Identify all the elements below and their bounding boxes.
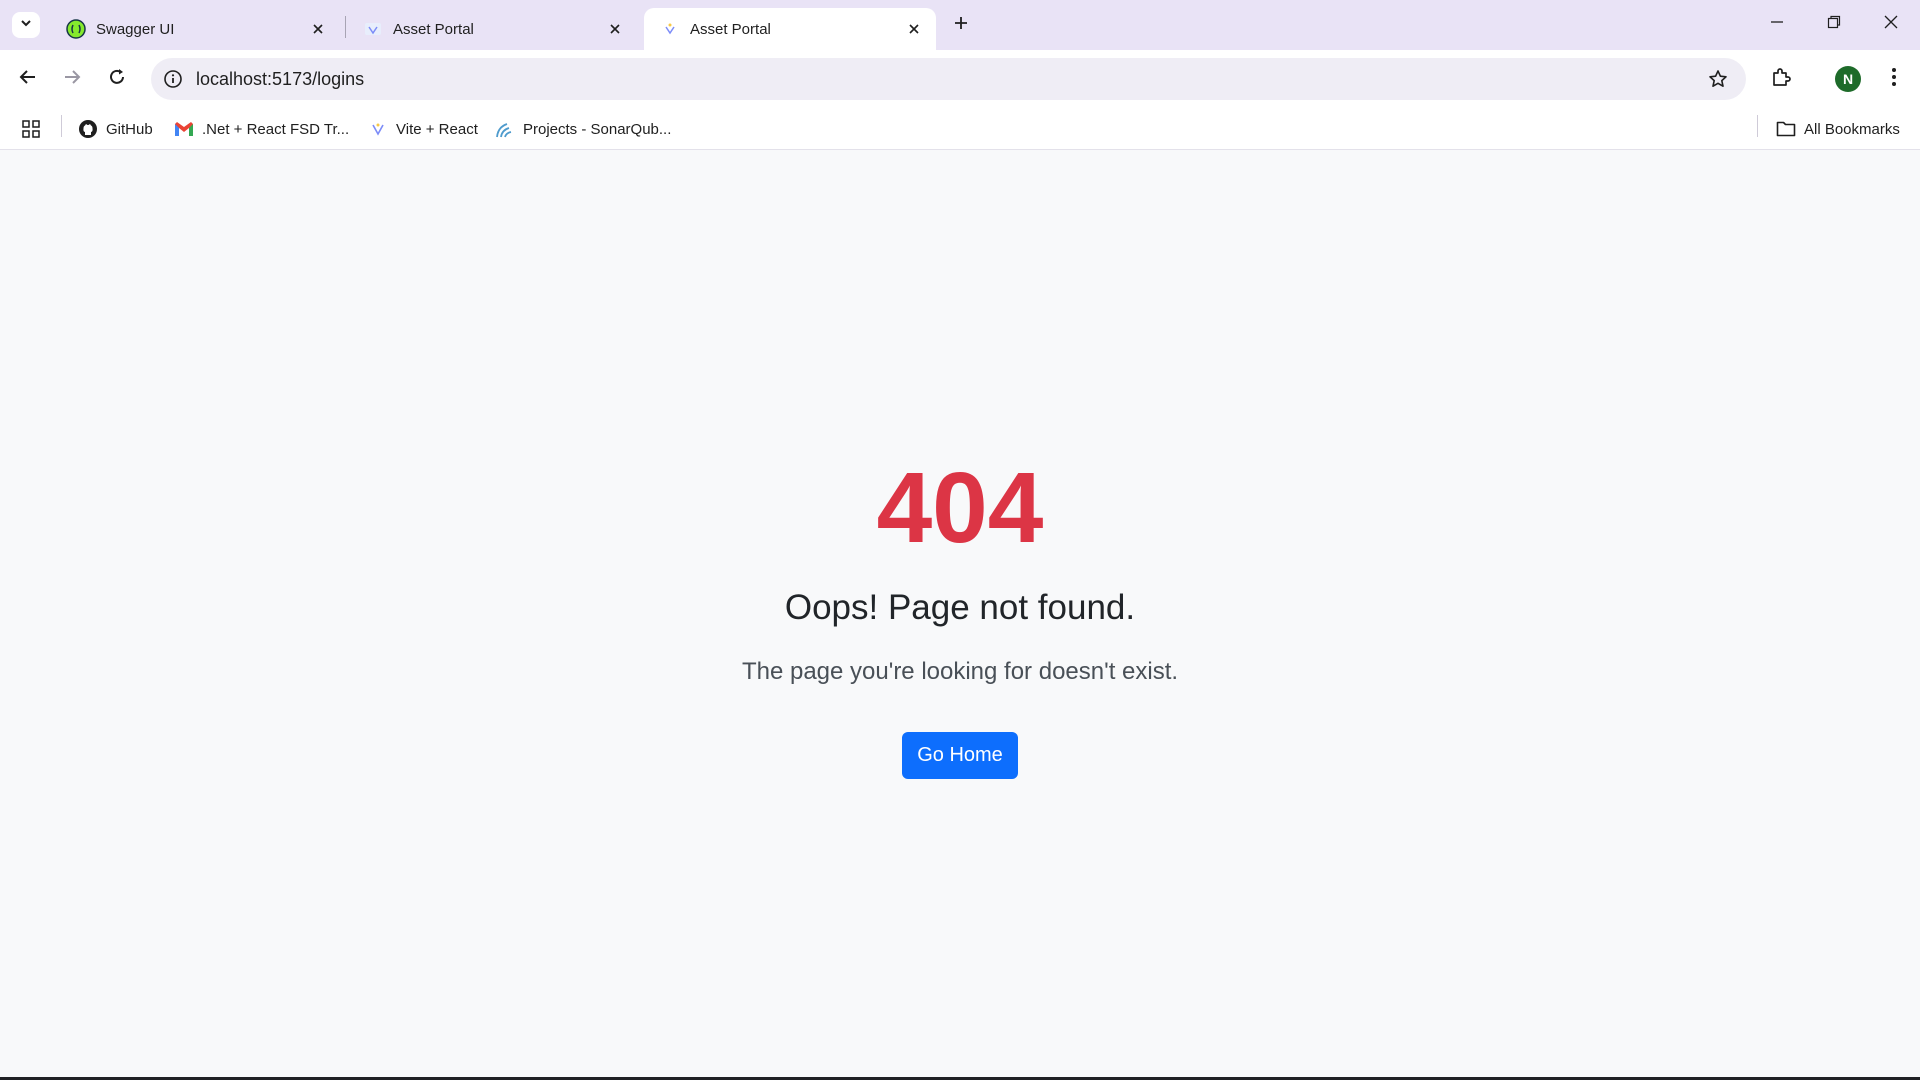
bookmark-label: Vite + React [396,120,478,138]
restore-icon [1827,15,1841,34]
tab-asset-portal-active[interactable]: Asset Portal [644,8,936,50]
plus-icon [953,15,969,36]
page-content: 404 Oops! Page not found. The page you'r… [0,151,1920,1080]
all-bookmarks-label: All Bookmarks [1804,120,1900,138]
puzzle-icon [1770,66,1792,93]
more-vertical-icon [1891,67,1897,92]
restore-button[interactable] [1814,10,1854,38]
bookmark-github[interactable]: GitHub [78,115,153,143]
vite-icon [660,19,680,39]
browser-menu-button[interactable] [1877,62,1911,96]
browser-toolbar: localhost:5173/logins N [0,50,1920,108]
site-info-icon[interactable] [160,66,186,92]
new-tab-button[interactable] [946,12,976,38]
minimize-icon [1770,15,1784,34]
all-bookmarks-button[interactable]: All Bookmarks [1776,115,1900,143]
folder-icon [1776,119,1796,139]
chevron-down-icon [19,16,33,35]
apps-button[interactable] [21,115,49,143]
window-close-button[interactable] [1871,10,1911,38]
reload-button[interactable] [100,62,134,96]
forward-button[interactable] [55,62,89,96]
tab-title: Swagger UI [96,20,175,38]
close-icon[interactable] [308,19,328,39]
arrow-right-icon [62,67,82,92]
bookmark-sonarqube[interactable]: Projects - SonarQub... [495,115,671,143]
tab-swagger-ui[interactable]: Swagger UI [50,8,340,50]
vite-icon [363,19,383,39]
address-bar[interactable]: localhost:5173/logins [151,58,1746,100]
swagger-icon [66,19,86,39]
tab-asset-portal[interactable]: Asset Portal [347,8,637,50]
go-home-button[interactable]: Go Home [902,732,1018,779]
bookmark-label: GitHub [106,120,153,138]
gmail-icon [174,119,194,139]
tab-search-button[interactable] [12,12,40,38]
bookmark-label: .Net + React FSD Tr... [202,120,350,138]
vite-icon [368,119,388,139]
tab-divider [345,16,346,38]
reload-icon [107,67,127,92]
apps-grid-icon [21,119,41,139]
close-icon[interactable] [904,19,924,39]
github-icon [78,119,98,139]
extensions-button[interactable] [1764,62,1798,96]
minimize-button[interactable] [1757,10,1797,38]
bookmark-vite-react[interactable]: Vite + React [368,115,478,143]
close-icon[interactable] [605,19,625,39]
close-icon [1884,15,1898,34]
bookmark-label: Projects - SonarQub... [523,120,672,138]
bookmarks-bar: GitHub .Net + React FSD Tr... Vite + Rea… [0,108,1920,150]
tab-title: Asset Portal [393,20,474,38]
bookmarks-divider [1757,115,1758,137]
sonarqube-icon [495,119,515,139]
back-button[interactable] [11,62,45,96]
url-text[interactable]: localhost:5173/logins [196,69,364,90]
error-description: The page you're looking for doesn't exis… [741,658,1179,685]
bookmarks-divider [61,115,62,137]
error-code: 404 [876,452,1044,564]
tab-title: Asset Portal [690,20,771,38]
bookmark-star-icon[interactable] [1706,67,1730,91]
error-title: Oops! Page not found. [784,588,1136,627]
arrow-left-icon [18,67,38,92]
bookmark-net-react[interactable]: .Net + React FSD Tr... [174,115,349,143]
profile-avatar[interactable]: N [1835,66,1861,92]
tab-strip: Swagger UI Asset Portal Asset Portal [0,0,1920,50]
